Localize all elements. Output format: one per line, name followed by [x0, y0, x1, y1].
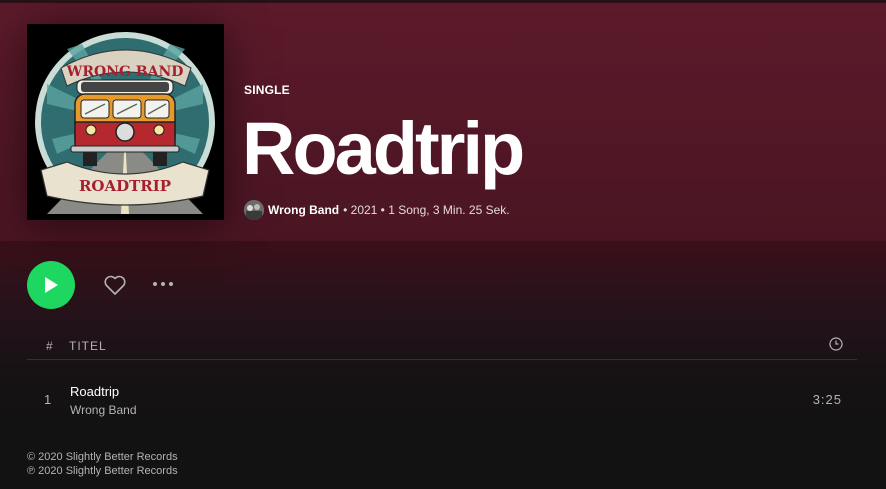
track-artist[interactable]: Wrong Band [70, 403, 137, 417]
header-title: TITEL [69, 339, 107, 353]
album-cover: WRONG BAND ROADTRIP [27, 24, 224, 220]
track-duration: 3:25 [812, 392, 842, 407]
tracklist-header: # TITEL [27, 332, 857, 360]
copyright-info: © 2020 Slightly Better Records ℗ 2020 Sl… [27, 450, 178, 478]
phonographic-copyright-line: ℗ 2020 Slightly Better Records [27, 465, 178, 477]
artist-avatar[interactable] [244, 200, 264, 220]
album-type-label: SINGLE [244, 83, 290, 97]
cover-album-title: ROADTRIP [79, 177, 171, 195]
track-number: 1 [44, 392, 52, 407]
more-icon [153, 282, 157, 286]
like-button[interactable] [102, 272, 128, 298]
album-meta-info: • 2021 • 1 Song, 3 Min. 25 Sek. [343, 203, 510, 217]
play-icon [45, 277, 58, 293]
play-button[interactable] [27, 261, 75, 309]
copyright-line: © 2020 Slightly Better Records [27, 451, 178, 463]
heart-icon [104, 275, 126, 295]
cover-band-name: WRONG BAND [66, 64, 184, 80]
page-title: Roadtrip [242, 107, 525, 190]
track-title[interactable]: Roadtrip [70, 384, 119, 399]
header-number: # [46, 339, 54, 353]
album-meta: Wrong Band • 2021 • 1 Song, 3 Min. 25 Se… [244, 200, 510, 220]
table-row[interactable]: 1 Roadtrip Wrong Band 3:25 [27, 376, 857, 422]
clock-icon [829, 337, 843, 351]
artist-link[interactable]: Wrong Band [268, 203, 339, 217]
more-options-button[interactable] [150, 272, 176, 296]
